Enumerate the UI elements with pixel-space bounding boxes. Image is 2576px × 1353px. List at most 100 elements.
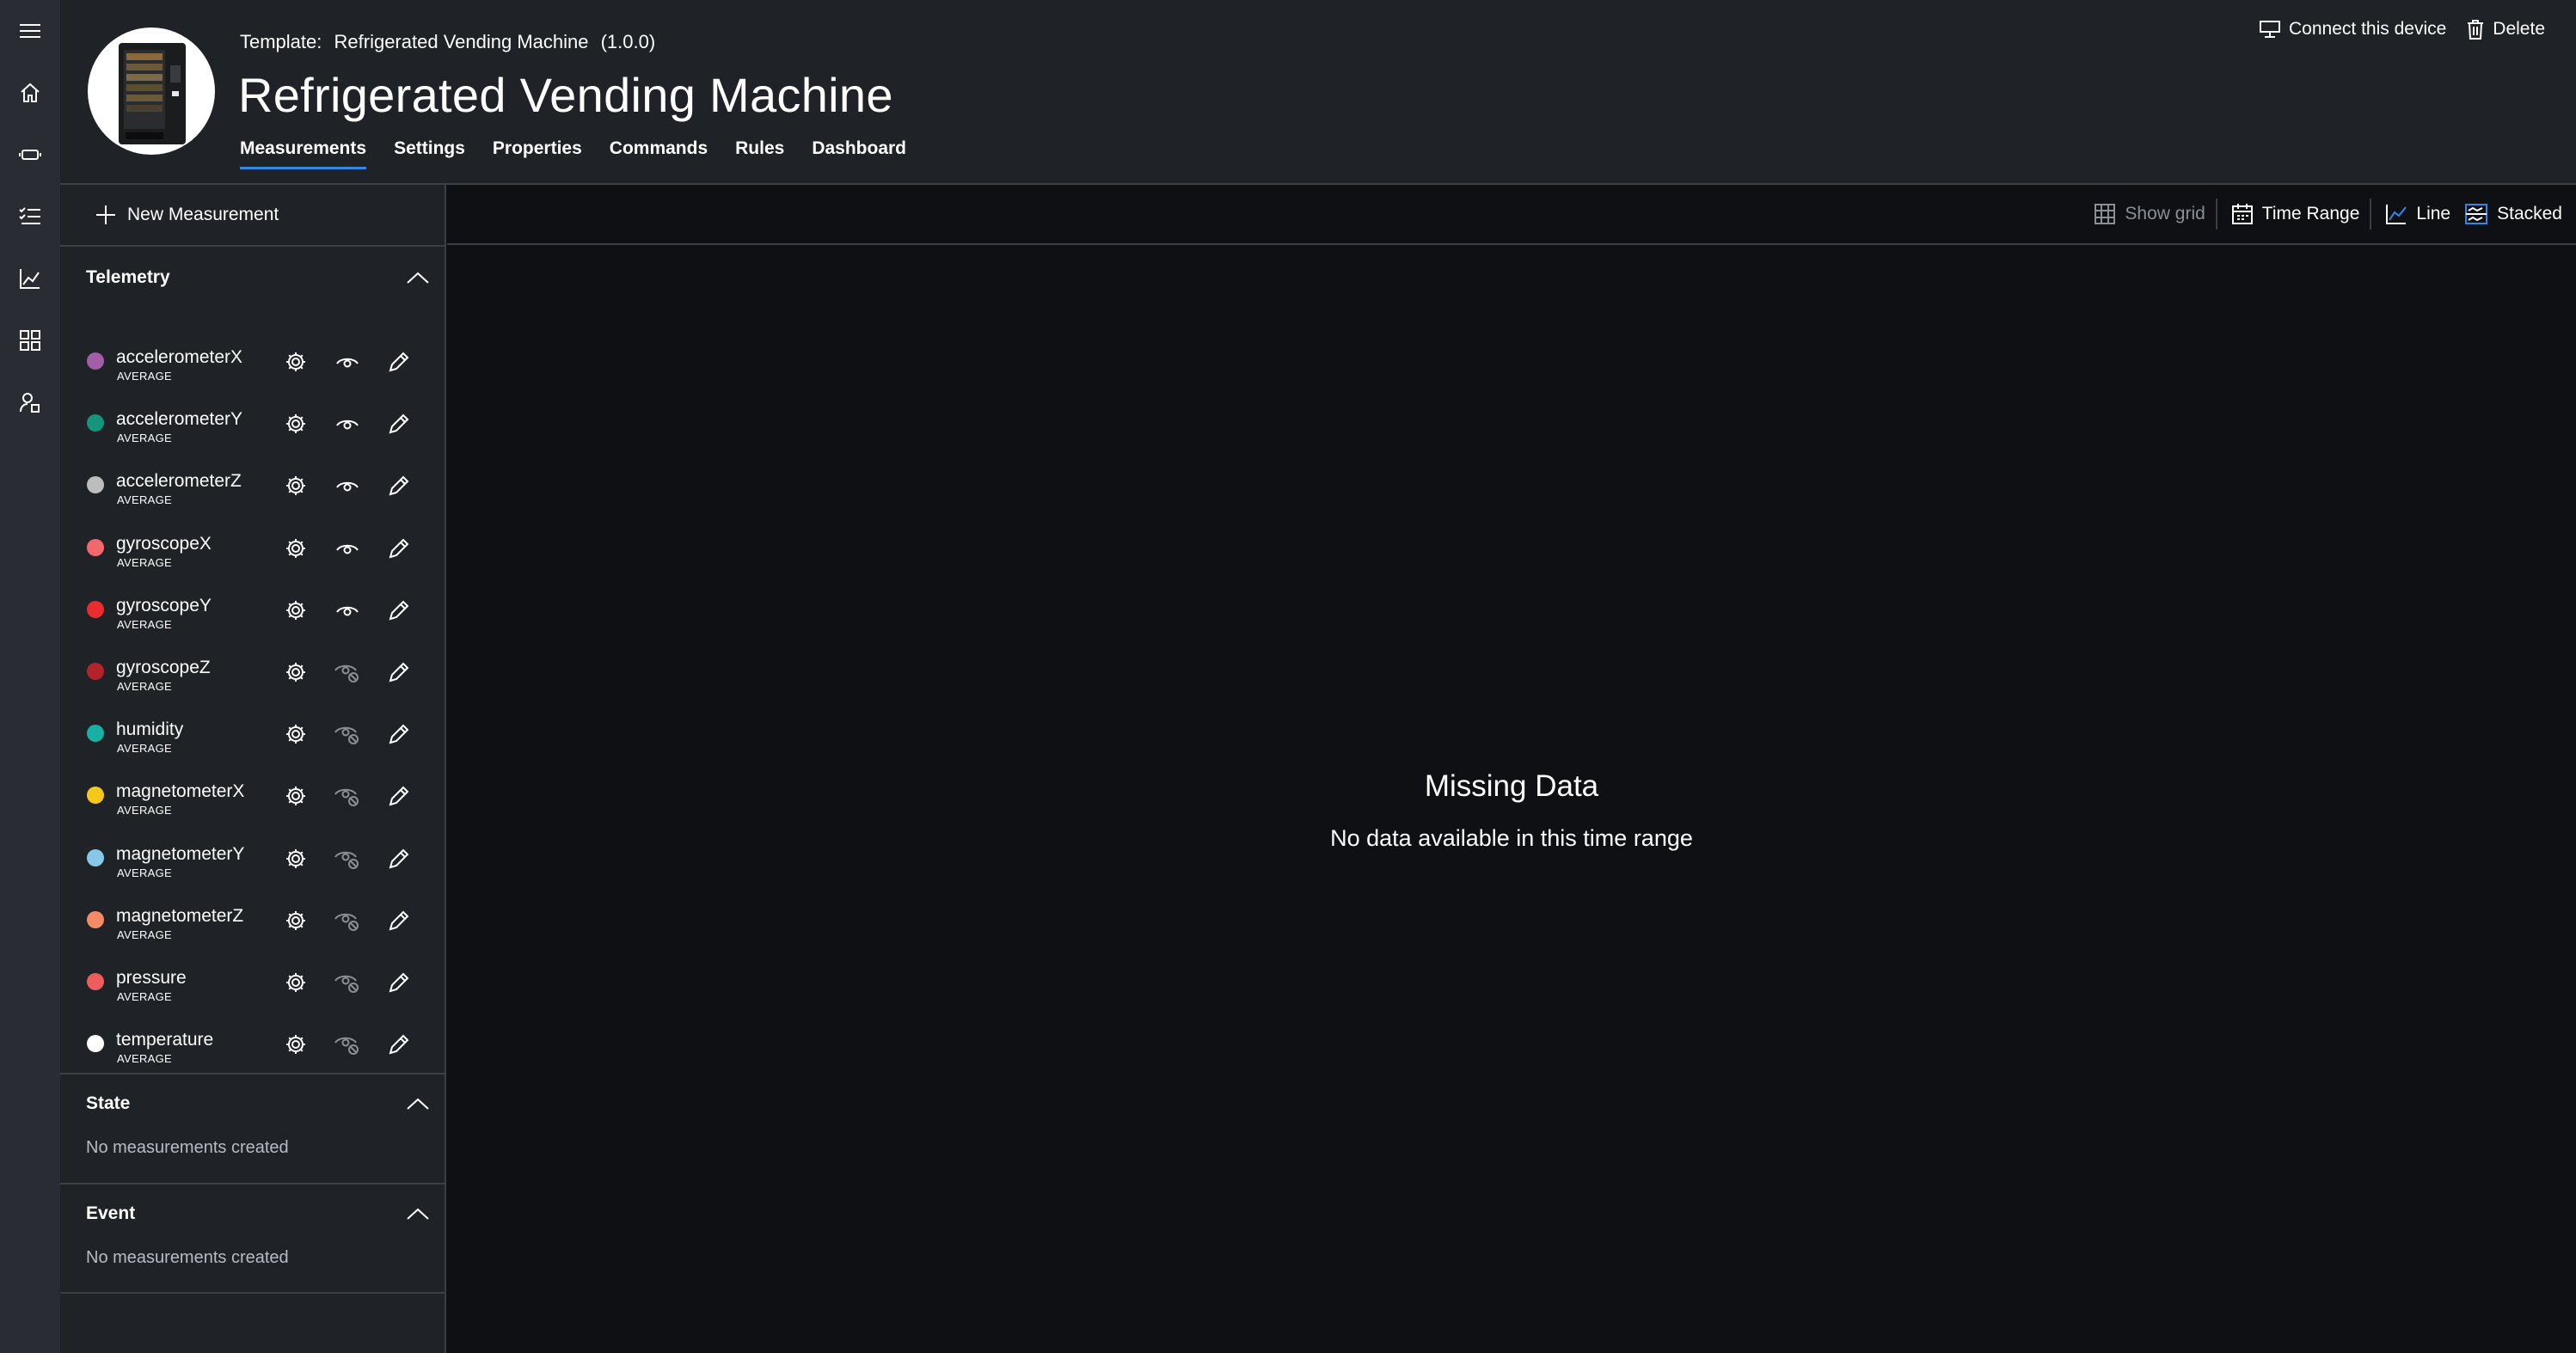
template-name[interactable]: Refrigerated Vending Machine [334, 31, 589, 52]
device-icon[interactable] [0, 129, 60, 181]
pencil-icon[interactable] [385, 720, 413, 748]
eye-hidden-icon[interactable] [334, 1031, 361, 1058]
event-section-header[interactable]: Event [86, 1203, 430, 1224]
telemetry-row[interactable]: accelerometerZ AVERAGE [60, 459, 446, 521]
eye-hidden-icon[interactable] [334, 845, 361, 872]
telemetry-section-header[interactable]: Telemetry [86, 267, 430, 288]
pencil-icon[interactable] [385, 782, 413, 810]
pencil-icon[interactable] [385, 907, 413, 934]
eye-icon[interactable] [334, 348, 361, 376]
event-title: Event [86, 1203, 136, 1223]
eye-hidden-icon[interactable] [334, 782, 361, 810]
eye-icon[interactable] [334, 472, 361, 499]
gear-icon[interactable] [282, 720, 310, 748]
measurement-name: accelerometerZ [116, 471, 242, 492]
gear-icon[interactable] [282, 472, 310, 499]
gear-icon[interactable] [282, 1031, 310, 1058]
event-empty-text: No measurements created [86, 1248, 289, 1267]
line-label: Line [2416, 204, 2451, 223]
series-color-dot [87, 725, 104, 743]
eye-icon[interactable] [334, 597, 361, 624]
gear-icon[interactable] [282, 597, 310, 624]
telemetry-row[interactable]: magnetometerZ AVERAGE [60, 894, 446, 956]
eye-hidden-icon[interactable] [334, 969, 361, 996]
telemetry-title: Telemetry [86, 267, 170, 287]
time-range-button[interactable]: Time Range [2231, 203, 2359, 225]
measurements-panel: New Measurement Telemetry accelerometerX… [60, 185, 446, 1353]
tab-properties[interactable]: Properties [493, 138, 582, 169]
header-actions: Connect this device Delete [2239, 19, 2545, 40]
line-chart-button[interactable]: Line [2385, 203, 2450, 225]
telemetry-row[interactable]: accelerometerY AVERAGE [60, 397, 446, 459]
divider [60, 245, 446, 247]
pencil-icon[interactable] [385, 410, 413, 438]
tab-rules[interactable]: Rules [735, 138, 784, 169]
telemetry-row[interactable]: accelerometerX AVERAGE [60, 335, 446, 397]
telemetry-row[interactable]: humidity AVERAGE [60, 707, 446, 769]
gear-icon[interactable] [282, 535, 310, 562]
pencil-icon[interactable] [385, 472, 413, 499]
telemetry-row[interactable]: pressure AVERAGE [60, 956, 446, 1018]
rules-list-icon[interactable] [0, 191, 60, 242]
telemetry-row[interactable]: gyroscopeZ AVERAGE [60, 646, 446, 707]
series-color-dot [87, 910, 104, 928]
eye-hidden-icon[interactable] [334, 658, 361, 686]
plus-icon [96, 205, 115, 224]
tab-settings[interactable]: Settings [394, 138, 465, 169]
eye-hidden-icon[interactable] [334, 907, 361, 934]
connect-icon [2260, 21, 2281, 38]
analytics-icon[interactable] [0, 253, 60, 304]
show-grid-button[interactable]: Show grid [2094, 203, 2205, 225]
chevron-up-icon[interactable] [406, 1097, 430, 1111]
telemetry-row[interactable]: magnetometerY AVERAGE [60, 832, 446, 894]
measurement-name: accelerometerX [116, 347, 243, 367]
chevron-up-icon[interactable] [406, 271, 430, 285]
calendar-icon [2231, 204, 2253, 224]
pencil-icon[interactable] [385, 845, 413, 872]
dashboard-grid-icon[interactable] [0, 315, 60, 366]
admin-user-icon[interactable] [0, 377, 60, 428]
gear-icon[interactable] [282, 969, 310, 996]
state-section-header[interactable]: State [86, 1093, 430, 1114]
gear-icon[interactable] [282, 410, 310, 438]
chevron-up-icon[interactable] [406, 1207, 430, 1221]
pencil-icon[interactable] [385, 658, 413, 686]
app-root: Template: Refrigerated Vending Machine (… [0, 0, 2576, 1353]
pencil-icon[interactable] [385, 348, 413, 376]
gear-icon[interactable] [282, 348, 310, 376]
gear-icon[interactable] [282, 782, 310, 810]
eye-icon[interactable] [334, 410, 361, 438]
vending-machine-icon [119, 43, 186, 144]
tab-dashboard[interactable]: Dashboard [812, 138, 906, 169]
gear-icon[interactable] [282, 658, 310, 686]
pencil-icon[interactable] [385, 1031, 413, 1058]
delete-button[interactable]: Delete [2467, 19, 2545, 40]
gear-icon[interactable] [282, 845, 310, 872]
page-title: Refrigerated Vending Machine [238, 68, 893, 122]
eye-icon[interactable] [334, 535, 361, 562]
home-icon[interactable] [0, 67, 60, 119]
eye-hidden-icon[interactable] [334, 720, 361, 748]
template-version: (1.0.0) [600, 31, 656, 52]
aggregation-label: AVERAGE [117, 928, 172, 941]
telemetry-row[interactable]: gyroscopeX AVERAGE [60, 522, 446, 584]
telemetry-row[interactable]: gyroscopeY AVERAGE [60, 584, 446, 646]
tab-measurements[interactable]: Measurements [240, 138, 367, 169]
pencil-icon[interactable] [385, 597, 413, 624]
aggregation-label: AVERAGE [117, 617, 172, 631]
measurement-name: magnetometerZ [116, 905, 244, 926]
tab-commands[interactable]: Commands [610, 138, 708, 169]
stacked-chart-icon [2465, 204, 2488, 224]
connect-device-button[interactable]: Connect this device [2260, 19, 2446, 40]
new-measurement-button[interactable]: New Measurement [95, 204, 279, 226]
gear-icon[interactable] [282, 907, 310, 934]
telemetry-row[interactable]: temperature AVERAGE [60, 1018, 446, 1080]
device-tabs: Measurements Settings Properties Command… [240, 138, 934, 169]
telemetry-row[interactable]: magnetometerX AVERAGE [60, 769, 446, 831]
pencil-icon[interactable] [385, 535, 413, 562]
pencil-icon[interactable] [385, 969, 413, 996]
stacked-chart-button[interactable]: Stacked [2464, 203, 2562, 225]
missing-data-title: Missing Data [1424, 769, 1599, 803]
template-label: Template: [240, 31, 322, 52]
hamburger-icon[interactable] [0, 5, 60, 57]
